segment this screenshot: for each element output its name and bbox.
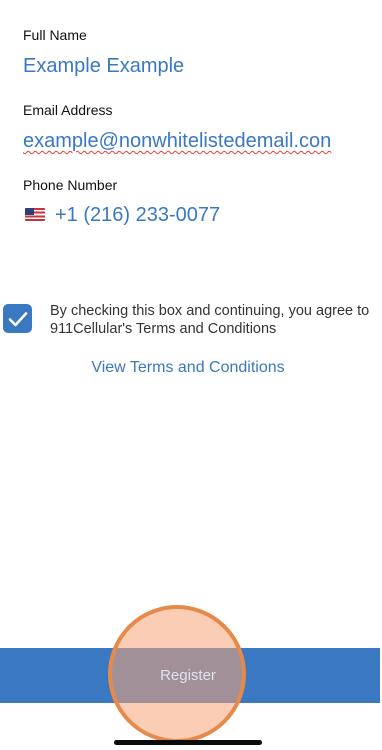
full-name-label: Full Name	[23, 27, 87, 43]
view-terms-link[interactable]: View Terms and Conditions	[0, 359, 376, 377]
registration-screen: Full Name Example Example Email Address …	[0, 0, 382, 750]
terms-checkbox[interactable]	[3, 304, 32, 333]
checkmark-icon	[8, 311, 27, 326]
full-name-field[interactable]: Example Example	[23, 55, 184, 78]
us-flag-icon[interactable]	[25, 208, 45, 221]
phone-label: Phone Number	[23, 177, 118, 193]
home-indicator[interactable]	[114, 740, 262, 745]
email-field[interactable]: example@nonwhitelistedemail.con	[23, 130, 331, 153]
terms-agreement-text: By checking this box and continuing, you…	[50, 303, 370, 337]
phone-field[interactable]: +1 (216) 233-0077	[55, 204, 220, 227]
register-button-label: Register	[160, 667, 216, 684]
email-value-text: example@nonwhitelistedemail.con	[23, 130, 332, 152]
email-label: Email Address	[23, 102, 113, 118]
